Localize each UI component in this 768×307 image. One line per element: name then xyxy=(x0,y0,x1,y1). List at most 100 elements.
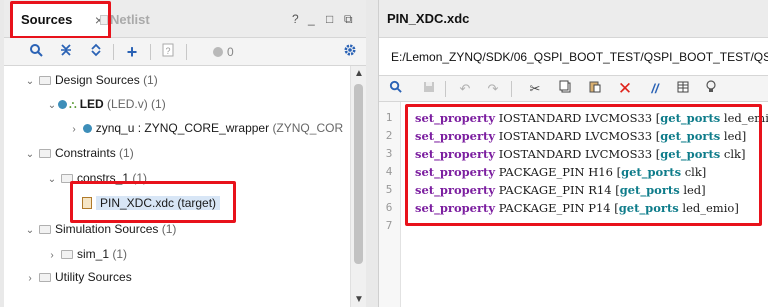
search-icon[interactable] xyxy=(385,79,405,99)
chevron-right-icon[interactable]: › xyxy=(68,118,80,142)
line-number: 2 xyxy=(385,129,393,142)
code-port: clk] xyxy=(720,147,746,161)
code-command: set_property xyxy=(415,129,496,143)
expand-all-icon[interactable] xyxy=(86,42,106,62)
module-dot-icon xyxy=(83,124,93,133)
code-arguments: PACKAGE_PIN P14 [ xyxy=(498,201,619,215)
folder-icon xyxy=(39,76,51,85)
editor-panel: PIN_XDC.xdc E:/Lemon_ZYNQ/SDK/06_QSPI_BO… xyxy=(378,0,768,307)
tree-item-design-sources[interactable]: ⌄ Design Sources (1) xyxy=(24,68,158,92)
toolbar-divider xyxy=(150,44,151,60)
float-icon[interactable]: ⧉ xyxy=(344,12,353,27)
code-line: set_property IOSTANDARD LVCMOS33 [get_po… xyxy=(415,127,746,145)
help-icon[interactable]: ? xyxy=(292,12,299,26)
scrollbar-thumb[interactable] xyxy=(354,84,363,264)
comment-toggle-icon[interactable]: // xyxy=(645,79,665,99)
properties-icon[interactable]: ? xyxy=(158,42,178,62)
code-port: led] xyxy=(720,129,747,143)
code-function: get_ports xyxy=(621,165,682,179)
status-dot-icon xyxy=(213,47,223,57)
file-path-bar: E:/Lemon_ZYNQ/SDK/06_QSPI_BOOT_TEST/QSPI… xyxy=(379,38,768,76)
copy-icon[interactable] xyxy=(555,79,575,99)
tree-item-utility-sources[interactable]: › Utility Sources xyxy=(24,265,131,291)
lightbulb-icon[interactable] xyxy=(701,79,721,99)
line-number-gutter: 1 2 3 4 5 6 7 xyxy=(379,102,401,307)
code-command: set_property xyxy=(415,201,496,215)
toolbar-divider xyxy=(445,81,446,97)
editor-tab-title[interactable]: PIN_XDC.xdc xyxy=(387,11,469,26)
constraint-file-icon xyxy=(82,197,92,209)
chevron-down-icon[interactable]: ⌄ xyxy=(46,94,58,118)
code-command: set_property xyxy=(415,165,496,179)
folder-icon xyxy=(61,250,73,259)
tab-netlist[interactable]: Netlist xyxy=(110,4,150,36)
code-port: clk] xyxy=(681,165,707,179)
code-function: get_ports xyxy=(619,183,680,197)
line-number: 5 xyxy=(385,183,393,196)
code-line: set_property PACKAGE_PIN H16 [get_ports … xyxy=(415,163,706,181)
code-function: get_ports xyxy=(618,201,679,215)
toolbar-divider xyxy=(186,44,187,60)
code-line: set_property PACKAGE_PIN R14 [get_ports … xyxy=(415,181,706,199)
toolbar-divider xyxy=(511,81,512,97)
messages-counter: 0 xyxy=(213,43,234,61)
code-line: set_property IOSTANDARD LVCMOS33 [get_po… xyxy=(415,109,768,127)
collapse-all-icon[interactable] xyxy=(56,42,76,62)
tree-item-sim-1[interactable]: › sim_1 (1) xyxy=(46,242,127,266)
delete-icon[interactable]: ✕ xyxy=(615,79,635,99)
folder-icon xyxy=(39,273,51,282)
code-command: set_property xyxy=(415,183,496,197)
tree-item-constrs-1[interactable]: ⌄ constrs_1 (1) xyxy=(46,166,147,190)
line-number: 4 xyxy=(385,165,393,178)
settings-gear-icon[interactable] xyxy=(340,42,360,62)
code-arguments: IOSTANDARD LVCMOS33 [ xyxy=(498,111,661,125)
column-select-icon[interactable] xyxy=(673,79,693,99)
chevron-right-icon[interactable]: › xyxy=(24,267,36,291)
tree-item-zynq-u[interactable]: › zynq_u : ZYNQ_CORE_wrapper (ZYNQ_COR xyxy=(68,116,343,140)
module-dot-icon xyxy=(58,100,67,109)
tree-item-pin-xdc[interactable]: PIN_XDC.xdc (target) xyxy=(82,191,221,215)
code-line: set_property IOSTANDARD LVCMOS33 [get_po… xyxy=(415,145,745,163)
tree-item-constraints[interactable]: ⌄ Constraints (1) xyxy=(24,141,134,165)
folder-icon xyxy=(61,174,73,183)
chevron-down-icon[interactable]: ⌄ xyxy=(46,168,58,192)
line-number: 3 xyxy=(385,147,393,160)
code-command: set_property xyxy=(415,111,496,125)
line-number: 1 xyxy=(385,111,393,124)
paste-icon[interactable] xyxy=(585,79,605,99)
code-command: set_property xyxy=(415,147,496,161)
code-line: set_property PACKAGE_PIN P14 [get_ports … xyxy=(415,199,739,217)
code-editor[interactable]: 1 2 3 4 5 6 7 set_property IOSTANDARD LVCMOS33… xyxy=(379,102,768,307)
tree-scrollbar[interactable]: ▲ ▼ xyxy=(350,66,366,307)
restore-icon[interactable]: □ xyxy=(326,12,333,26)
code-function: get_ports xyxy=(660,129,721,143)
cut-icon[interactable]: ✂ xyxy=(525,79,545,99)
line-number: 7 xyxy=(385,219,393,232)
undo-icon[interactable]: ↶ xyxy=(455,79,475,99)
chevron-down-icon[interactable]: ⌄ xyxy=(24,219,36,243)
tree-item-simulation-sources[interactable]: ⌄ Simulation Sources (1) xyxy=(24,217,177,243)
minimize-icon[interactable]: _ xyxy=(308,12,315,26)
code-arguments: IOSTANDARD LVCMOS33 [ xyxy=(498,129,661,143)
search-icon[interactable] xyxy=(26,42,46,62)
code-arguments: IOSTANDARD LVCMOS33 [ xyxy=(498,147,661,161)
chevron-down-icon[interactable]: ⌄ xyxy=(24,143,36,167)
code-port: led] xyxy=(679,183,706,197)
tree-item-led[interactable]: ⌄ ⛬ LED (LED.v) (1) xyxy=(46,92,166,116)
scroll-down-icon[interactable]: ▼ xyxy=(351,294,367,305)
save-icon[interactable] xyxy=(419,79,439,99)
redo-icon[interactable]: ↷ xyxy=(483,79,503,99)
sources-toolbar: + ? 0 xyxy=(4,38,366,66)
editor-tab-bar: PIN_XDC.xdc xyxy=(379,0,768,38)
netlist-icon xyxy=(100,15,108,25)
hierarchy-icon: ⛬ xyxy=(69,99,77,111)
add-sources-icon[interactable]: + xyxy=(122,42,142,62)
sources-panel: Sources × Netlist ? _ □ ⧉ + ? 0 ⌄ Design… xyxy=(4,0,366,307)
sources-tree: ⌄ Design Sources (1) ⌄ ⛬ LED (LED.v) (1) › … xyxy=(4,66,350,307)
toolbar-divider xyxy=(113,44,114,60)
chevron-down-icon[interactable]: ⌄ xyxy=(24,70,36,94)
scroll-up-icon[interactable]: ▲ xyxy=(351,68,367,79)
code-port: led_emio] xyxy=(678,201,739,215)
svg-text:?: ? xyxy=(165,46,170,56)
sources-tab-bar: Sources × Netlist ? _ □ ⧉ xyxy=(4,0,366,38)
